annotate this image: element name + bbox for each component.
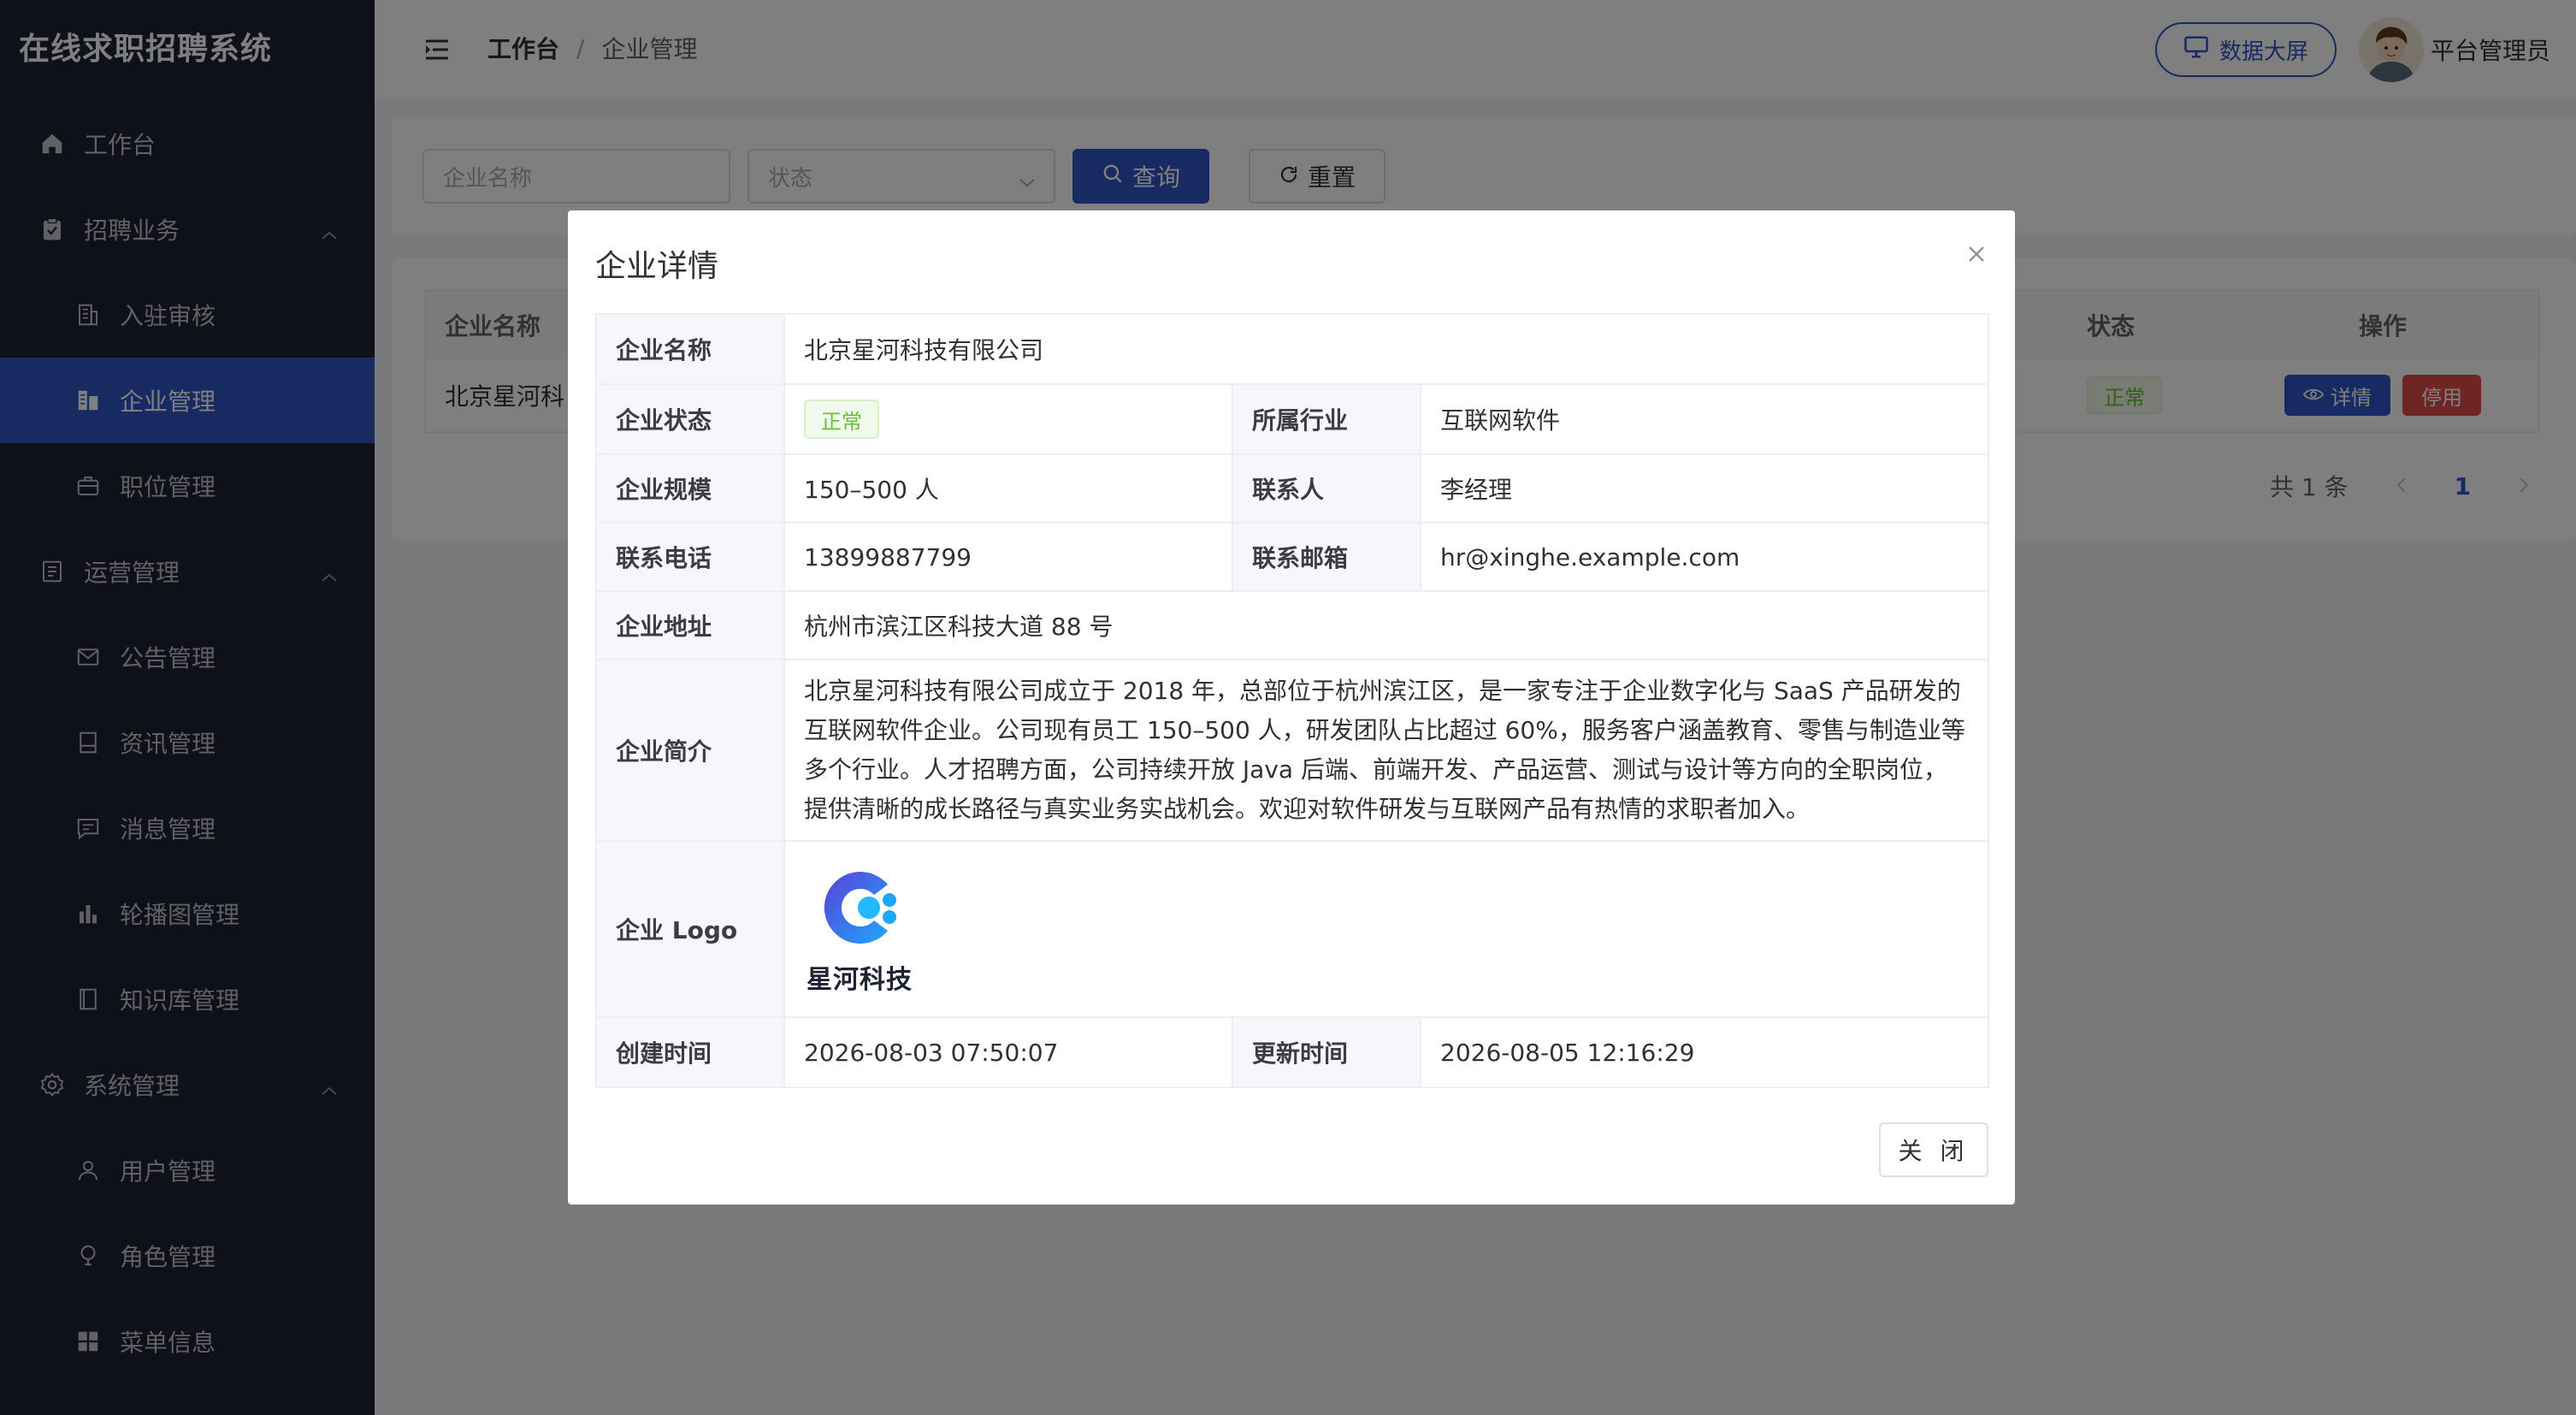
- label-phone: 联系电话: [595, 522, 785, 592]
- label-company-status: 企业状态: [595, 383, 785, 455]
- row-phone-email: 联系电话 13899887799 联系邮箱 hr@xinghe.example.…: [595, 522, 1989, 592]
- value-updated: 2026-08-05 12:16:29: [1420, 1016, 1989, 1088]
- value-company-status: 正常: [783, 383, 1233, 455]
- value-logo: 星河科技: [783, 840, 1989, 1018]
- label-created: 创建时间: [595, 1016, 785, 1088]
- row-times: 创建时间 2026-08-03 07:50:07 更新时间 2026-08-05…: [595, 1016, 1989, 1088]
- value-email: hr@xinghe.example.com: [1420, 522, 1989, 592]
- status-badge: 正常: [804, 400, 879, 439]
- row-company-name: 企业名称 北京星河科技有限公司: [595, 313, 1989, 385]
- label-address: 企业地址: [595, 590, 785, 660]
- label-scale: 企业规模: [595, 453, 785, 524]
- company-logo: 星河科技: [804, 847, 915, 1011]
- row-address: 企业地址 杭州市滨江区科技大道 88 号: [595, 590, 1989, 660]
- row-scale-contact: 企业规模 150–500 人 联系人 李经理: [595, 453, 1989, 524]
- value-company-name: 北京星河科技有限公司: [783, 313, 1989, 385]
- company-detail-dialog: 企业详情 企业名称 北京星河科技有限公司 企业状态 正常 所属行业 互联网软件 …: [568, 210, 2015, 1205]
- label-email: 联系邮箱: [1232, 522, 1421, 592]
- company-description-table: 企业名称 北京星河科技有限公司 企业状态 正常 所属行业 互联网软件 企业规模 …: [595, 313, 1989, 1088]
- value-scale: 150–500 人: [783, 453, 1233, 524]
- label-contact: 联系人: [1232, 453, 1421, 524]
- close-button[interactable]: 关 闭: [1879, 1122, 1988, 1177]
- company-logo-mark: [824, 872, 896, 944]
- value-intro: 北京星河科技有限公司成立于 2018 年，总部位于杭州滨江区，是一家专注于企业数…: [783, 659, 1989, 842]
- dialog-title: 企业详情: [595, 249, 719, 284]
- label-intro: 企业简介: [595, 659, 785, 842]
- value-created: 2026-08-03 07:50:07: [783, 1016, 1233, 1088]
- label-industry: 所属行业: [1232, 383, 1421, 455]
- value-contact: 李经理: [1420, 453, 1989, 524]
- row-logo: 企业 Logo 星河科技: [595, 840, 1989, 1018]
- company-logo-text: 星河科技: [806, 965, 913, 995]
- row-intro: 企业简介 北京星河科技有限公司成立于 2018 年，总部位于杭州滨江区，是一家专…: [595, 659, 1989, 842]
- close-icon[interactable]: [1962, 240, 1991, 269]
- label-updated: 更新时间: [1232, 1016, 1421, 1088]
- row-status-industry: 企业状态 正常 所属行业 互联网软件: [595, 383, 1989, 455]
- label-logo: 企业 Logo: [595, 840, 785, 1018]
- value-phone: 13899887799: [783, 522, 1233, 592]
- value-industry: 互联网软件: [1420, 383, 1989, 455]
- value-address: 杭州市滨江区科技大道 88 号: [783, 590, 1989, 660]
- label-company-name: 企业名称: [595, 313, 785, 385]
